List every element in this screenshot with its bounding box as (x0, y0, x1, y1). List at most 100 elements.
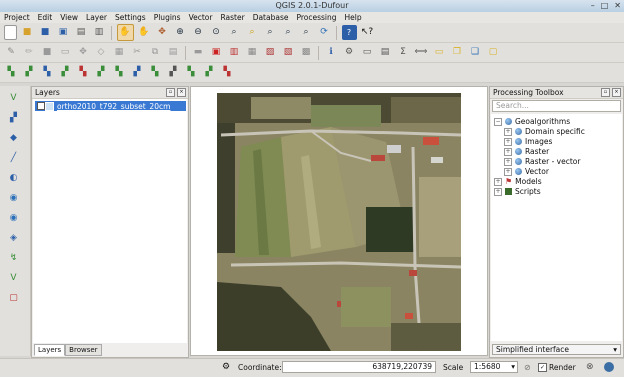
save-as-icon[interactable]: ▣ (56, 25, 71, 40)
expand-icon[interactable]: + (504, 147, 512, 156)
layer-row[interactable]: ortho2010_t792_subset_20cm (35, 101, 186, 111)
add-wms-layer-icon[interactable]: ▚ (112, 65, 127, 80)
wcs-tool-icon[interactable]: ◉ (6, 191, 21, 206)
toolbox-mode-select[interactable]: Simplified interface ▾ (492, 344, 621, 355)
show-labels-icon[interactable]: ▦ (245, 45, 260, 60)
expand-icon[interactable]: + (504, 137, 512, 146)
change-label-icon[interactable]: ▩ (299, 45, 314, 60)
zoom-next-icon[interactable]: ⌕ (299, 25, 314, 40)
new-spatialite-icon[interactable]: ▞ (202, 65, 217, 80)
wms-tool-icon[interactable]: ◐ (6, 171, 21, 186)
stop-render-icon[interactable]: ⊘ (524, 363, 531, 372)
add-raster-layer-icon[interactable]: ▞ (22, 65, 37, 80)
add-vector-layer-icon[interactable]: ▚ (4, 65, 19, 80)
new-shapefile-icon[interactable]: ▚ (184, 65, 199, 80)
help-icon[interactable]: ? (341, 25, 357, 40)
menu-processing[interactable]: Processing (292, 12, 340, 23)
layer-visibility-checkbox[interactable] (37, 102, 45, 110)
oracle-tool-icon[interactable]: ↯ (6, 251, 21, 266)
menu-database[interactable]: Database (249, 12, 293, 23)
coordinate-field[interactable]: 638719,220739 (282, 361, 436, 373)
select-features-icon[interactable]: ⚙ (342, 45, 357, 60)
menu-settings[interactable]: Settings (111, 12, 150, 23)
field-calculator-icon[interactable]: Σ (396, 45, 411, 60)
annotation-icon[interactable]: ▬ (191, 45, 206, 60)
digitize-line-icon[interactable]: ╱ (6, 151, 21, 166)
tree-node-models[interactable]: + ⚑ Models (494, 177, 542, 186)
menu-help[interactable]: Help (341, 12, 366, 23)
tree-node-scripts[interactable]: + Scripts (494, 187, 541, 196)
float-toolbox-icon[interactable]: ▫ (601, 88, 610, 97)
identify-icon[interactable]: ℹ (324, 45, 339, 60)
add-wfs-layer-icon[interactable]: ▚ (148, 65, 163, 80)
move-feature-icon[interactable]: ✥ (76, 45, 91, 60)
add-wcs-layer-icon[interactable]: ▞ (130, 65, 145, 80)
zoom-to-layer-icon[interactable]: ⌕ (263, 25, 278, 40)
toolbox-search-input[interactable]: Search... (492, 100, 621, 112)
open-attribute-table-icon[interactable]: ▤ (378, 45, 393, 60)
remove-layer-icon[interactable]: ▚ (220, 65, 235, 80)
text-annotation-icon[interactable]: ▢ (486, 45, 501, 60)
menu-project[interactable]: Project (0, 12, 34, 23)
tree-node-raster-vector[interactable]: + Raster - vector (504, 157, 580, 166)
pan-to-selection-icon[interactable]: ✥ (155, 25, 170, 40)
composer-manager-icon[interactable]: ▥ (92, 25, 107, 40)
measure-icon[interactable]: ⟺ (414, 45, 429, 60)
menu-vector[interactable]: Vector (185, 12, 217, 23)
raster-tool-icon[interactable]: ▞ (6, 111, 21, 126)
zoom-last-icon[interactable]: ⌕ (281, 25, 296, 40)
current-edits-icon[interactable]: ✎ (4, 45, 19, 60)
open-project-icon[interactable]: ■ (20, 25, 35, 40)
add-vector-tool-icon[interactable]: V (6, 91, 21, 106)
postgis-tool-icon[interactable]: ◆ (6, 131, 21, 146)
menu-raster[interactable]: Raster (216, 12, 248, 23)
pin-labels-icon[interactable]: ▥ (227, 45, 242, 60)
add-postgis-layer-icon[interactable]: ▚ (40, 65, 55, 80)
delete-selected-icon[interactable]: ▦ (112, 45, 127, 60)
menu-layer[interactable]: Layer (82, 12, 111, 23)
label-icon[interactable]: ▣ (209, 45, 224, 60)
move-label-icon[interactable]: ▨ (263, 45, 278, 60)
tree-node-domain-specific[interactable]: + Domain specific (504, 127, 585, 136)
zoom-to-selection-icon[interactable]: ⌕ (245, 25, 260, 40)
add-spatialite-layer-icon[interactable]: ▞ (58, 65, 73, 80)
zoom-out-icon[interactable]: ⊖ (191, 25, 206, 40)
zoom-native-icon[interactable]: ⊙ (209, 25, 224, 40)
save-project-icon[interactable]: ■ (38, 25, 53, 40)
copy-features-icon[interactable]: ⧉ (148, 45, 163, 60)
show-bookmarks-icon[interactable]: ❑ (468, 45, 483, 60)
minimize-icon[interactable]: – (591, 1, 595, 10)
menu-edit[interactable]: Edit (34, 12, 57, 23)
collapse-icon[interactable]: − (494, 117, 502, 126)
menu-view[interactable]: View (56, 12, 82, 23)
wfs-tool-icon[interactable]: ◉ (6, 211, 21, 226)
close-toolbox-icon[interactable]: × (612, 88, 621, 97)
tree-node-vector[interactable]: + Vector (504, 167, 549, 176)
new-project-icon[interactable] (3, 25, 17, 40)
pan-icon[interactable]: ✋ (137, 25, 152, 40)
expand-icon[interactable]: + (504, 157, 512, 166)
messages-icon[interactable]: ⚙ (222, 362, 230, 372)
new-layer-tool-icon[interactable]: V (6, 271, 21, 286)
render-checkbox[interactable]: ✓ (538, 363, 547, 372)
paste-features-icon[interactable]: ▤ (166, 45, 181, 60)
tree-node-images[interactable]: + Images (504, 137, 552, 146)
new-bookmark-icon[interactable]: ❐ (450, 45, 465, 60)
deselect-icon[interactable]: ▭ (360, 45, 375, 60)
gps-tool-icon[interactable]: ◈ (6, 231, 21, 246)
remove-layer-tool-icon[interactable]: ▢ (6, 291, 21, 306)
crs-icon[interactable]: ⊗ (586, 362, 594, 372)
add-mssql-layer-icon[interactable]: ▚ (76, 65, 91, 80)
toggle-editing-icon[interactable]: ✏ (22, 45, 37, 60)
whats-this-icon[interactable]: ↖? (360, 25, 375, 40)
tree-node-raster[interactable]: + Raster (504, 147, 549, 156)
add-oracle-layer-icon[interactable]: ▞ (94, 65, 109, 80)
tree-node-geoalgorithms[interactable]: − Geoalgorithms (494, 117, 570, 126)
expand-icon[interactable]: + (494, 177, 502, 186)
rotate-label-icon[interactable]: ▧ (281, 45, 296, 60)
zoom-in-icon[interactable]: ⊕ (173, 25, 188, 40)
maximize-icon[interactable]: □ (601, 1, 609, 10)
expand-icon[interactable]: + (504, 167, 512, 176)
add-feature-icon[interactable]: ▭ (58, 45, 73, 60)
node-tool-icon[interactable]: ◇ (94, 45, 109, 60)
